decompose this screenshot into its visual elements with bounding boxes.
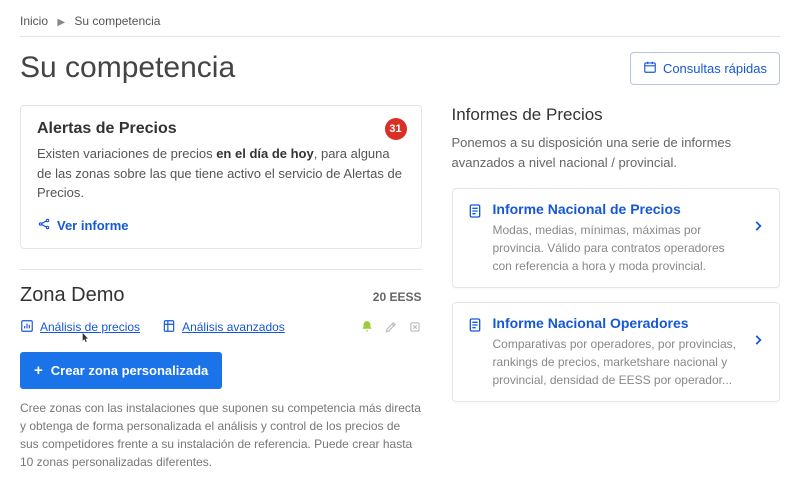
divider <box>20 36 780 37</box>
report-card-national-operators[interactable]: Informe Nacional Operadores Comparativas… <box>452 302 781 402</box>
report-title: Informe Nacional de Precios <box>493 201 742 217</box>
create-zone-help: Cree zonas con las instalaciones que sup… <box>20 399 422 471</box>
breadcrumb-current: Su competencia <box>74 14 160 28</box>
advanced-analysis-label: Análisis avanzados <box>182 320 285 334</box>
alert-title: Alertas de Precios <box>37 120 405 138</box>
zone-count: 20 EESS <box>373 290 422 304</box>
view-report-link[interactable]: Ver informe <box>37 217 405 234</box>
reports-intro: Ponemos a su disposición una serie de in… <box>452 133 781 172</box>
calendar-icon <box>643 60 657 77</box>
page-title: Su competencia <box>20 51 235 85</box>
plus-icon: + <box>34 362 43 379</box>
price-alerts-card: 31 Alertas de Precios Existen variacione… <box>20 105 422 249</box>
pencil-icon[interactable] <box>384 320 398 334</box>
report-desc: Comparativas por operadores, por provinc… <box>493 335 742 389</box>
report-card-national-prices[interactable]: Informe Nacional de Precios Modas, media… <box>452 188 781 288</box>
report-title: Informe Nacional Operadores <box>493 315 742 331</box>
create-zone-label: Crear zona personalizada <box>51 363 209 378</box>
report-desc: Modas, medias, mínimas, máximas por prov… <box>493 221 742 275</box>
document-icon <box>467 315 483 338</box>
breadcrumb-home[interactable]: Inicio <box>20 14 48 28</box>
view-report-label: Ver informe <box>57 218 129 233</box>
delete-icon[interactable] <box>408 320 422 334</box>
zone-block: Zona Demo 20 EESS Análisis de precios <box>20 269 422 336</box>
quick-queries-label: Consultas rápidas <box>663 61 767 76</box>
chevron-right-icon <box>751 201 765 238</box>
alert-text: Existen variaciones de precios en el día… <box>37 144 405 203</box>
bell-icon[interactable] <box>360 320 374 334</box>
bar-chart-icon <box>20 319 34 336</box>
zone-title: Zona Demo <box>20 284 125 307</box>
share-icon <box>37 217 51 234</box>
advanced-analysis-link[interactable]: Análisis avanzados <box>162 319 285 336</box>
price-analysis-link[interactable]: Análisis de precios <box>20 319 140 336</box>
document-icon <box>467 201 483 224</box>
quick-queries-button[interactable]: Consultas rápidas <box>630 52 780 85</box>
create-zone-button[interactable]: + Crear zona personalizada <box>20 352 222 389</box>
breadcrumb-sep: ▶ <box>57 17 65 28</box>
alert-badge: 31 <box>385 118 407 140</box>
chevron-right-icon <box>751 315 765 352</box>
reports-heading: Informes de Precios <box>452 105 781 125</box>
breadcrumb: Inicio ▶ Su competencia <box>20 14 780 28</box>
spreadsheet-icon <box>162 319 176 336</box>
price-analysis-label: Análisis de precios <box>40 320 140 334</box>
